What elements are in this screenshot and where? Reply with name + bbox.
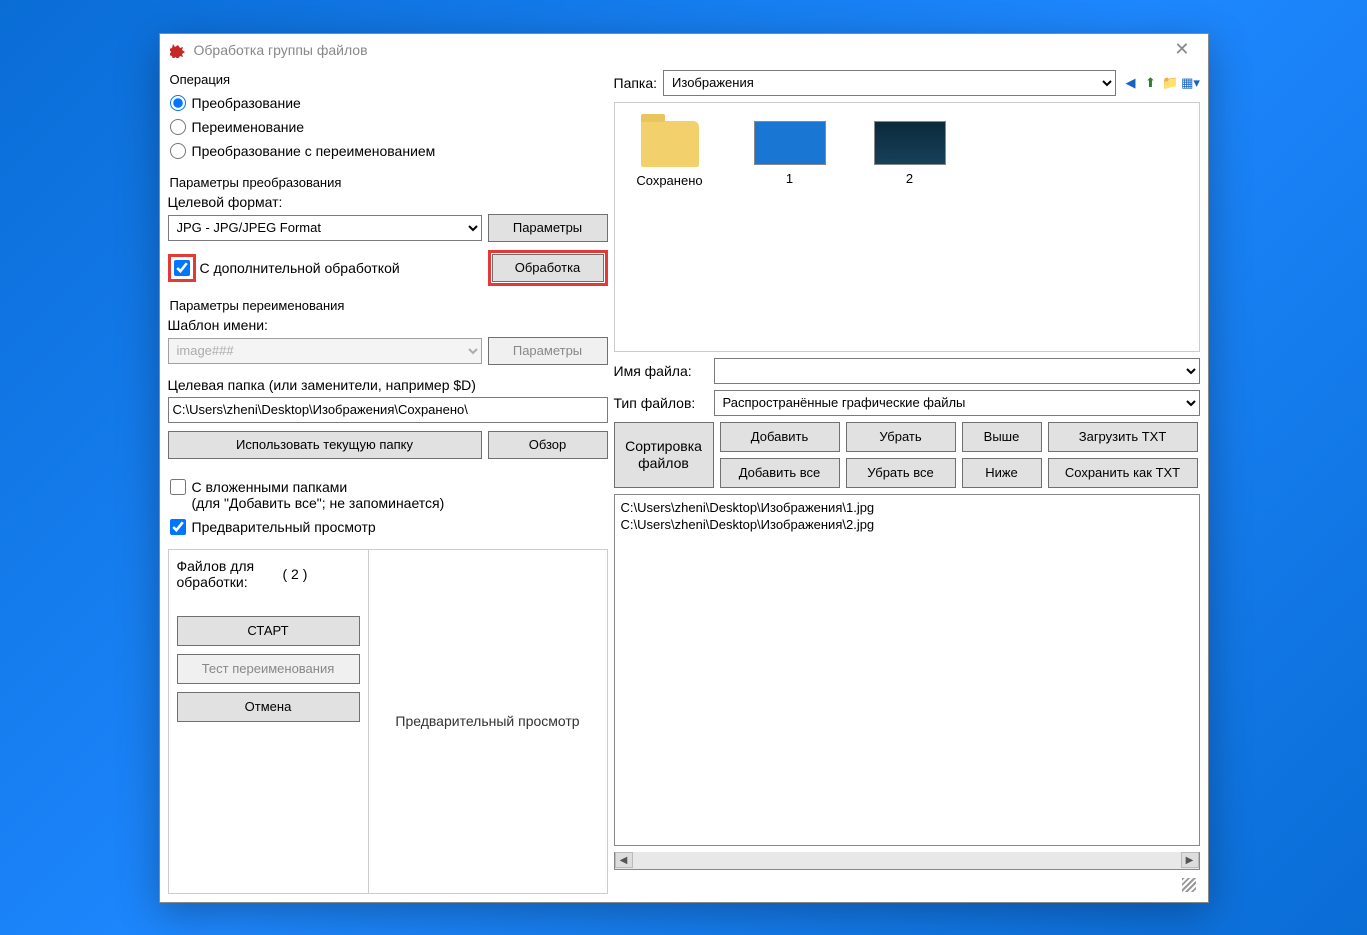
folder-item-label: Сохранено <box>636 173 702 188</box>
down-button[interactable]: Ниже <box>962 458 1042 488</box>
target-format-select[interactable]: JPG - JPG/JPEG Format <box>168 215 482 241</box>
convert-params-group: Параметры преобразования Целевой формат:… <box>168 173 608 290</box>
extra-processing-label: С дополнительной обработкой <box>196 260 488 276</box>
target-folder-group: Целевая папка (или заменители, например … <box>168 375 608 463</box>
pattern-label: Шаблон имени: <box>168 317 608 333</box>
rename-params-group: Параметры переименования Шаблон имени: i… <box>168 296 608 369</box>
titlebar: Обработка группы файлов ✕ <box>160 34 1208 66</box>
filetype-select[interactable]: Распространённые графические файлы <box>714 390 1200 416</box>
image-thumbnail <box>754 121 826 165</box>
highlight-processing-button: Обработка <box>488 250 608 286</box>
cancel-button[interactable]: Отмена <box>177 692 360 722</box>
batch-dialog: Обработка группы файлов ✕ Операция Преоб… <box>159 33 1209 903</box>
folder-item-saved[interactable]: Сохранено <box>625 121 715 188</box>
rename-legend: Параметры переименования <box>168 298 608 313</box>
convert-legend: Параметры преобразования <box>168 175 608 190</box>
test-rename-button: Тест переименования <box>177 654 360 684</box>
processing-button[interactable]: Обработка <box>492 254 604 282</box>
folder-select[interactable]: Изображения <box>663 70 1115 96</box>
scroll-left-icon[interactable]: ◀ <box>615 852 633 868</box>
name-pattern-input: image### <box>168 338 482 364</box>
radio-both-label: Преобразование с переименованием <box>192 143 436 159</box>
radio-both[interactable]: Преобразование с переименованием <box>168 139 608 163</box>
browse-button[interactable]: Обзор <box>488 431 608 459</box>
operation-legend: Операция <box>168 72 608 87</box>
sort-files-label[interactable]: Сортировка файлов <box>614 422 714 488</box>
view-menu-icon[interactable]: ▦▾ <box>1182 74 1200 92</box>
files-for-label: Файлов для обработки: <box>177 558 267 590</box>
back-icon[interactable]: ◀ <box>1122 74 1140 92</box>
filetype-label: Тип файлов: <box>614 395 704 411</box>
folder-icon <box>641 121 699 167</box>
radio-rename-label: Переименование <box>192 119 305 135</box>
preview-checkbox[interactable]: Предварительный просмотр <box>168 515 608 539</box>
file-item-2[interactable]: 2 <box>865 121 955 186</box>
footer-panel: Файлов для обработки: ( 2 ) СТАРТ Тест п… <box>168 549 608 894</box>
list-item[interactable]: C:\Users\zheni\Desktop\Изображения\2.jpg <box>621 516 1193 534</box>
use-current-folder-button[interactable]: Использовать текущую папку <box>168 431 482 459</box>
filename-label: Имя файла: <box>614 363 704 379</box>
radio-convert-label: Преобразование <box>192 95 301 111</box>
load-txt-button[interactable]: Загрузить TXT <box>1048 422 1198 452</box>
extra-processing-checkbox[interactable] <box>172 258 192 278</box>
resize-grip-icon[interactable] <box>1182 878 1196 892</box>
file-item-label: 2 <box>906 171 913 186</box>
image-thumbnail <box>874 121 946 165</box>
file-item-label: 1 <box>786 171 793 186</box>
radio-rename[interactable]: Переименование <box>168 115 608 139</box>
radio-convert[interactable]: Преобразование <box>168 91 608 115</box>
file-item-1[interactable]: 1 <box>745 121 835 186</box>
filename-input[interactable] <box>714 358 1200 384</box>
operation-group: Операция Преобразование Переименование П… <box>168 70 608 167</box>
up-button[interactable]: Выше <box>962 422 1042 452</box>
add-button[interactable]: Добавить <box>720 422 840 452</box>
rename-params-button: Параметры <box>488 337 608 365</box>
target-folder-input[interactable] <box>168 397 608 423</box>
target-format-label: Целевой формат: <box>168 194 608 210</box>
add-all-button[interactable]: Добавить все <box>720 458 840 488</box>
scroll-right-icon[interactable]: ▶ <box>1181 852 1199 868</box>
subfolders-label-1: С вложенными папками <box>192 479 348 495</box>
save-txt-button[interactable]: Сохранить как TXT <box>1048 458 1198 488</box>
horizontal-scrollbar[interactable]: ◀ ▶ <box>614 852 1200 870</box>
window-title: Обработка группы файлов <box>194 42 368 58</box>
app-icon <box>170 42 186 58</box>
remove-button[interactable]: Убрать <box>846 422 956 452</box>
folder-label: Папка: <box>614 75 658 91</box>
preview-pane: Предварительный просмотр <box>369 550 607 893</box>
subfolders-label-2: (для "Добавить все"; не запоминается) <box>192 495 445 511</box>
format-params-button[interactable]: Параметры <box>488 214 608 242</box>
preview-pane-label: Предварительный просмотр <box>395 713 579 729</box>
options-group: С вложенными папками (для "Добавить все"… <box>168 473 608 543</box>
subfolders-checkbox[interactable]: С вложенными папками (для "Добавить все"… <box>168 475 608 515</box>
sort-panel: Сортировка файлов Добавить Убрать Выше З… <box>614 422 1200 488</box>
file-list[interactable]: C:\Users\zheni\Desktop\Изображения\1.jpg… <box>614 494 1200 846</box>
target-folder-label: Целевая папка (или заменители, например … <box>168 377 608 393</box>
highlight-extra-processing <box>168 254 196 282</box>
start-button[interactable]: СТАРТ <box>177 616 360 646</box>
remove-all-button[interactable]: Убрать все <box>846 458 956 488</box>
list-item[interactable]: C:\Users\zheni\Desktop\Изображения\1.jpg <box>621 499 1193 517</box>
new-folder-icon[interactable]: 📁 <box>1162 74 1180 92</box>
close-icon[interactable]: ✕ <box>1166 39 1197 60</box>
file-browser[interactable]: Сохранено 1 2 <box>614 102 1200 352</box>
up-folder-icon[interactable]: ⬆ <box>1142 74 1160 92</box>
preview-checkbox-label: Предварительный просмотр <box>192 519 376 535</box>
files-count-value: ( 2 ) <box>283 566 308 582</box>
